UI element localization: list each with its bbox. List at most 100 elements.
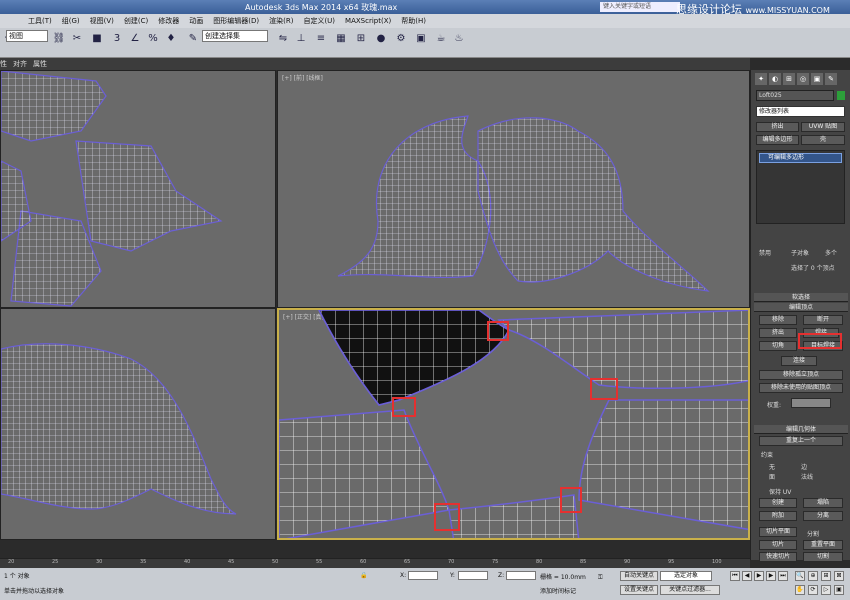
angle-snap-icon[interactable]: ∠ — [128, 32, 142, 46]
maximize-toggle-icon[interactable]: ▣ — [834, 585, 844, 595]
selection-radio-by[interactable]: 子对象 — [791, 248, 809, 257]
cut-button[interactable]: 切割 — [803, 552, 843, 562]
object-color-swatch[interactable] — [837, 91, 845, 100]
create-button[interactable]: 创建 — [759, 498, 797, 508]
z-coordinate-field[interactable] — [506, 571, 536, 580]
graph-icon[interactable]: ▦ — [334, 32, 348, 46]
constraint-none-radio[interactable]: 无 — [769, 462, 775, 471]
fov-icon[interactable]: ▷ — [821, 585, 831, 595]
next-frame-icon[interactable]: ▶ — [766, 571, 776, 581]
snap-icon[interactable]: 3 — [110, 32, 124, 46]
ribbon-item[interactable]: 性 — [0, 58, 7, 70]
auto-key-button[interactable]: 自动关键点 — [620, 571, 658, 581]
timeline-ruler[interactable]: 20 25 30 35 40 45 50 55 60 65 70 75 80 85 90 95 100 — [0, 558, 750, 568]
split-checkbox[interactable]: 分割 — [807, 529, 819, 538]
select-icon[interactable]: ■ — [90, 32, 104, 46]
zoom-icon[interactable]: 🔍 — [795, 571, 805, 581]
connect-button[interactable]: 连接 — [781, 356, 817, 366]
teapot-icon[interactable]: ♨ — [452, 32, 466, 46]
render-frame-icon[interactable]: ▣ — [414, 32, 428, 46]
link-icon[interactable]: ⛓ — [52, 32, 66, 46]
add-time-tag[interactable]: 添加时间标记 — [540, 586, 576, 595]
zoom-all-icon[interactable]: ⊕ — [808, 571, 818, 581]
display-icon[interactable]: ▣ — [811, 73, 823, 85]
menu-item[interactable]: 视图(V) — [90, 14, 114, 28]
search-input[interactable]: 键入关键字或短语 — [600, 2, 680, 12]
extrude-modifier-button[interactable]: 挤出 — [756, 122, 799, 132]
modifier-list-dropdown[interactable]: 修改器列表 — [756, 106, 845, 117]
collapse-button[interactable]: 塌陷 — [803, 498, 843, 508]
menu-item[interactable]: 动画 — [189, 14, 203, 28]
unlink-icon[interactable]: ✂ — [70, 32, 84, 46]
remove-button[interactable]: 移除 — [759, 315, 797, 325]
slice-button[interactable]: 切片 — [759, 540, 797, 550]
viewport-top-left[interactable] — [0, 70, 276, 308]
constraint-normal-radio[interactable]: 法线 — [801, 472, 813, 481]
create-icon[interactable]: ✦ — [755, 73, 767, 85]
repeat-last-button[interactable]: 重复上一个 — [759, 436, 843, 446]
orbit-icon[interactable]: ⟳ — [808, 585, 818, 595]
slice-plane-button[interactable]: 切片平面 — [759, 527, 797, 537]
preserve-uv-checkbox[interactable]: 保持 UV — [769, 487, 791, 496]
menu-item[interactable]: MAXScript(X) — [345, 14, 391, 28]
render-icon[interactable]: ☕ — [434, 32, 448, 46]
constraint-face-radio[interactable]: 面 — [769, 472, 775, 481]
play-icon[interactable]: ▶ — [754, 571, 764, 581]
menu-item[interactable]: 创建(C) — [124, 14, 148, 28]
detach-button[interactable]: 分离 — [803, 511, 843, 521]
viewport-bottom-right[interactable]: [+] [正交] [真实] — [277, 308, 750, 540]
view-dropdown[interactable]: 视图 — [6, 30, 48, 42]
modify-icon[interactable]: ◐ — [769, 73, 781, 85]
chamfer-button[interactable]: 切角 — [759, 341, 797, 351]
lock-icon[interactable]: 🔒 — [360, 572, 367, 579]
goto-end-icon[interactable]: ⏭ — [778, 571, 788, 581]
align-icon[interactable]: ⊥ — [294, 32, 308, 46]
key-filters-button[interactable]: 关键点过滤器... — [660, 585, 720, 595]
selected-dropdown[interactable]: 选定对象 — [660, 571, 712, 581]
stack-item-editable-poly[interactable]: 可编辑多边形 — [759, 153, 842, 163]
hierarchy-icon[interactable]: ⊞ — [783, 73, 795, 85]
shell-button[interactable]: 壳 — [801, 135, 845, 145]
edit-named-set-icon[interactable]: ✎ — [186, 32, 200, 46]
menu-item[interactable]: 图形编辑器(D) — [213, 14, 259, 28]
menu-item[interactable]: 工具(T) — [28, 14, 52, 28]
spinner-snap-icon[interactable]: ♦ — [164, 32, 178, 46]
ribbon-item[interactable]: 对齐 — [13, 58, 27, 70]
viewport-bottom-left[interactable] — [0, 308, 276, 540]
menu-item[interactable]: 修改器 — [158, 14, 179, 28]
mirror-icon[interactable]: ⇋ — [276, 32, 290, 46]
selection-radio-multi[interactable]: 多个 — [825, 248, 837, 257]
motion-icon[interactable]: ◎ — [797, 73, 809, 85]
rollout-soft-selection[interactable]: 软选择 — [754, 293, 848, 302]
y-coordinate-field[interactable] — [458, 571, 488, 580]
quickslice-button[interactable]: 快速切片 — [759, 552, 797, 562]
goto-start-icon[interactable]: ⏮ — [730, 571, 740, 581]
schematic-icon[interactable]: ⊞ — [354, 32, 368, 46]
constraint-edge-radio[interactable]: 边 — [801, 462, 807, 471]
material-icon[interactable]: ● — [374, 32, 388, 46]
rollout-edit-vertices[interactable]: 编辑顶点 — [754, 303, 848, 312]
utilities-icon[interactable]: ✎ — [825, 73, 837, 85]
selection-set-dropdown[interactable]: 创建选择集 — [202, 30, 268, 42]
zoom-extents-all-icon[interactable]: ⊠ — [834, 571, 844, 581]
object-name-field[interactable]: Loft025 — [756, 90, 834, 101]
render-setup-icon[interactable]: ⚙ — [394, 32, 408, 46]
attach-button[interactable]: 附加 — [759, 511, 797, 521]
remove-isolated-vertices-button[interactable]: 移除孤立顶点 — [759, 370, 843, 380]
zoom-extents-icon[interactable]: ⊞ — [821, 571, 831, 581]
viewport-top-right[interactable]: [+] [前] [线框] — [277, 70, 750, 308]
layer-icon[interactable]: ≡ — [314, 32, 328, 46]
remove-unused-map-verts-button[interactable]: 移除未使用的贴图顶点 — [759, 383, 843, 393]
percent-snap-icon[interactable]: % — [146, 32, 160, 46]
menu-item[interactable]: 渲染(R) — [269, 14, 293, 28]
edit-poly-button[interactable]: 编辑多边形 — [756, 135, 799, 145]
menu-item[interactable]: 自定义(U) — [303, 14, 335, 28]
rollout-edit-geometry[interactable]: 编辑几何体 — [754, 425, 848, 434]
break-button[interactable]: 断开 — [803, 315, 843, 325]
key-icon[interactable]: ⚿ — [598, 574, 603, 582]
uvw-map-button[interactable]: UVW 贴图 — [801, 122, 845, 132]
extrude-vertex-button[interactable]: 挤出 — [759, 328, 797, 338]
pan-icon[interactable]: ✋ — [795, 585, 805, 595]
x-coordinate-field[interactable] — [408, 571, 438, 580]
selection-radio-none[interactable]: 禁用 — [759, 248, 771, 257]
